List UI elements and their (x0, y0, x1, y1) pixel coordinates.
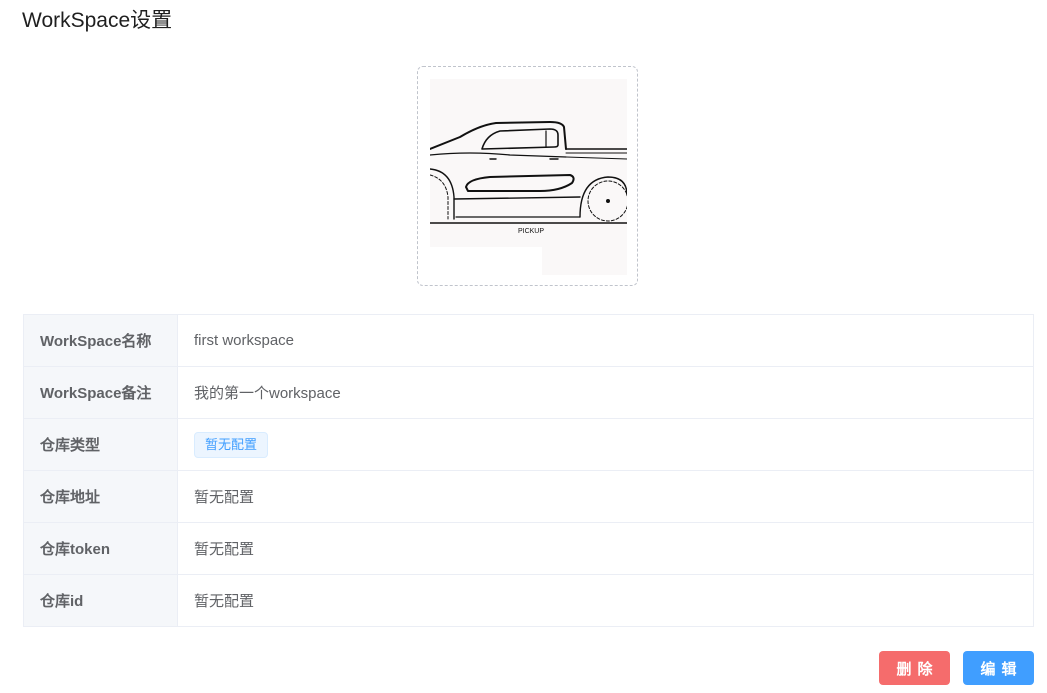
table-row: WorkSpace备注 我的第一个workspace (23, 366, 1034, 419)
table-row: 仓库类型 暂无配置 (23, 418, 1034, 471)
repo-type-label: 仓库类型 (23, 418, 178, 471)
workspace-settings-page: WorkSpace设置 PICKUP WorkSpace名称 first wor… (0, 0, 1047, 693)
workspace-name-value: first workspace (177, 314, 1034, 367)
table-row: 仓库id 暂无配置 (23, 574, 1034, 627)
table-row: WorkSpace名称 first workspace (23, 314, 1034, 367)
repo-id-value: 暂无配置 (177, 574, 1034, 627)
pickup-truck-image: PICKUP (430, 79, 627, 275)
repo-token-label: 仓库token (23, 522, 178, 575)
repo-type-tag: 暂无配置 (194, 431, 269, 458)
repo-id-label: 仓库id (23, 574, 178, 627)
repo-url-value: 暂无配置 (177, 470, 1034, 523)
truck-caption: PICKUP (518, 228, 544, 235)
avatar-uploader[interactable]: PICKUP (417, 66, 638, 286)
edit-button[interactable]: 编辑 (963, 651, 1034, 685)
workspace-name-label: WorkSpace名称 (23, 314, 178, 367)
workspace-details-table: WorkSpace名称 first workspace WorkSpace备注 … (23, 314, 1034, 627)
page-title: WorkSpace设置 (22, 9, 173, 32)
table-row: 仓库地址 暂无配置 (23, 470, 1034, 523)
delete-button[interactable]: 删除 (879, 651, 950, 685)
repo-url-label: 仓库地址 (23, 470, 178, 523)
workspace-remark-value: 我的第一个workspace (177, 366, 1034, 419)
workspace-remark-label: WorkSpace备注 (23, 366, 178, 419)
repo-token-value: 暂无配置 (177, 522, 1034, 575)
table-row: 仓库token 暂无配置 (23, 522, 1034, 575)
